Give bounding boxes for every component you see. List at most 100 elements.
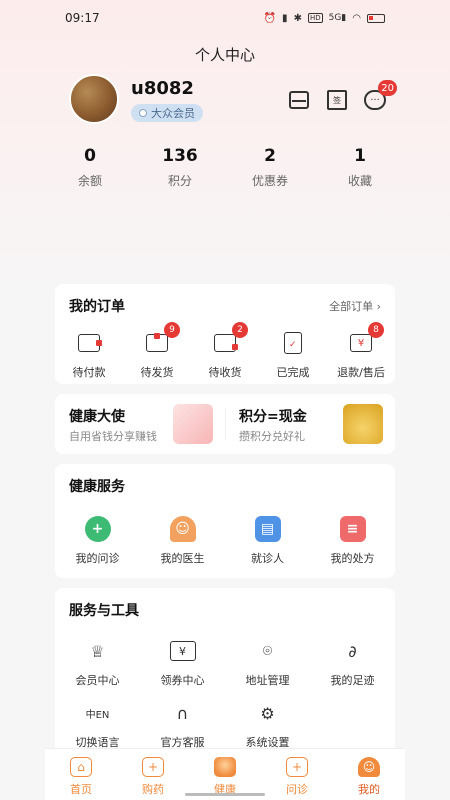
service-my-doctors[interactable]: ☺ 我的医生 [140,514,225,566]
order-status-label: 待发货 [140,366,174,379]
order-pending-shipment[interactable]: 9 待发货 [123,322,191,380]
scan-button[interactable] [287,88,311,112]
consult-icon-wrap: + [83,514,113,544]
tab-home[interactable]: ⌂ 首页 [45,749,117,800]
headset-icon: ∩ [176,703,189,723]
consult-icon: + [84,516,111,542]
app-frame: 09:17 ⏰ ▮ ✱ HD 5G▮ ◠ 个人中心 u8082 大众会员 签 ·… [45,0,405,800]
prescription-icon: ≡ [339,516,366,542]
battery-low-icon [367,13,385,23]
tool-address-management[interactable]: ⌾ 地址管理 [225,636,310,688]
tools-title: 服务与工具 [69,603,139,619]
wallet-icon [74,328,104,358]
stat-favorites[interactable]: 1 收藏 [320,146,400,189]
member-level-label: 大众会员 [151,107,195,120]
signal-5g-icon: 5G▮ [328,13,347,23]
service-my-consultations[interactable]: + 我的问诊 [55,514,140,566]
clipboard-check-icon: ✓ [278,328,308,358]
stat-coupons[interactable]: 2 优惠券 [230,146,310,189]
hd-icon: HD [307,13,323,23]
member-level-badge[interactable]: 大众会员 [131,104,203,122]
service-prescriptions[interactable]: ≡ 我的处方 [310,514,395,566]
stat-points[interactable]: 136 积分 [140,146,220,189]
tool-footprint[interactable]: ∂ 我的足迹 [310,636,395,688]
tool-label: 地址管理 [245,674,290,687]
prescription-icon-wrap: ≡ [338,514,368,544]
patient-card-icon: ▤ [254,516,281,542]
stat-label: 余额 [77,174,102,188]
medicine-bottle-icon: + [142,757,164,777]
service-patients[interactable]: ▤ 就诊人 [225,514,310,566]
page-title: 个人中心 [194,46,255,64]
tab-label: 首页 [70,783,92,796]
tab-consultation[interactable]: + 问诊 [261,749,333,800]
avatar[interactable] [69,74,119,124]
coupon-icon-wrap: ¥ [168,636,198,666]
alarm-icon: ⏰ [263,12,277,24]
order-pending-receipt[interactable]: 2 待收货 [191,322,259,380]
status-bar: 09:17 ⏰ ▮ ✱ HD 5G▮ ◠ [65,8,385,28]
tool-customer-service[interactable]: ∩ 官方客服 [140,698,225,750]
stat-value: 2 [264,146,276,166]
stat-label: 收藏 [347,174,372,188]
checkin-button[interactable]: 签 [325,88,349,112]
tool-member-center[interactable]: ♕ 会员中心 [55,636,140,688]
order-badge: 2 [232,322,248,338]
promo-subtitle: 攒积分兑好礼 [239,430,305,443]
messages-badge: 20 [378,80,397,96]
order-status-label: 待收货 [208,366,242,379]
all-orders-link[interactable]: 全部订单 › [329,298,381,314]
tools-row-1: ♕ 会员中心 ¥ 领券中心 ⌾ 地址管理 ∂ 我的足迹 [55,636,395,688]
tool-coupon-center[interactable]: ¥ 领券中心 [140,636,225,688]
order-status-label: 待付款 [72,366,106,379]
messages-button[interactable]: ··· 20 [363,80,397,112]
bottom-tab-bar: ⌂ 首页 + 购药 健康 + 问诊 ☺ 我的 [45,748,405,800]
stat-value: 0 [84,146,96,166]
stat-value: 1 [354,146,366,166]
tool-empty-slot [310,698,395,750]
health-services-card: 健康服务 + 我的问诊 ☺ 我的医生 ▤ 就诊人 ≡ 我的处方 [55,464,395,578]
stat-label: 积分 [167,174,192,188]
promo-title: 积分=现金 [239,409,307,425]
stat-label: 优惠券 [251,174,288,188]
tab-pharmacy[interactable]: + 购药 [117,749,189,800]
orders-title: 我的订单 [69,299,125,315]
truck-icon: 2 [210,322,248,358]
header-actions: 签 ··· 20 [287,80,397,112]
tab-mine[interactable]: ☺ 我的 [333,749,405,800]
tab-label: 问诊 [286,783,308,796]
promo-title: 健康大使 [69,409,125,425]
order-badge: 9 [164,322,180,338]
wifi-icon: ◠ [352,12,361,24]
settings-icon-wrap: ⚙ [253,698,283,728]
user-icon: ☺ [358,757,380,777]
order-refund[interactable]: ¥ 8 退款/售后 [327,322,395,380]
scan-icon [289,91,309,109]
language-icon-wrap: 中EN [83,698,113,728]
chevron-right-icon: › [376,300,381,313]
orders-card: 我的订单 全部订单 › 待付款 9 待发货 2 待收货 ✓ 已完成 ¥ 8 退款… [55,284,395,384]
stat-balance[interactable]: 0 余额 [50,146,130,189]
tools-card: 服务与工具 ♕ 会员中心 ¥ 领券中心 ⌾ 地址管理 ∂ 我的足迹 中EN 切换… [55,588,395,758]
tab-label: 我的 [358,783,380,796]
service-label: 我的医生 [160,552,205,565]
gold-coins-icon [343,404,383,444]
service-label: 我的问诊 [75,552,120,565]
order-completed[interactable]: ✓ 已完成 [259,328,327,380]
consult-chat-icon: + [286,757,308,777]
stats-row: 0 余额 136 积分 2 优惠券 1 收藏 [45,146,405,189]
promo-card: 健康大使 自用省钱分享赚钱 积分=现金 攒积分兑好礼 [55,394,395,454]
crown-icon-wrap: ♕ [83,636,113,666]
location-icon-wrap: ⌾ [253,636,283,666]
order-pending-payment[interactable]: 待付款 [55,328,123,380]
order-status-label: 已完成 [276,366,310,379]
doctor-icon: ☺ [169,516,196,542]
promo-points-cash[interactable]: 积分=现金 攒积分兑好礼 [225,394,395,454]
promo-health-ambassador[interactable]: 健康大使 自用省钱分享赚钱 [55,394,225,454]
settings-icon: ⚙ [260,703,275,723]
home-indicator[interactable] [185,793,265,796]
tool-system-settings[interactable]: ⚙ 系统设置 [225,698,310,750]
order-status-row: 待付款 9 待发货 2 待收货 ✓ 已完成 ¥ 8 退款/售后 [55,322,395,380]
tool-switch-language[interactable]: 中EN 切换语言 [55,698,140,750]
doctor-icon-wrap: ☺ [168,514,198,544]
